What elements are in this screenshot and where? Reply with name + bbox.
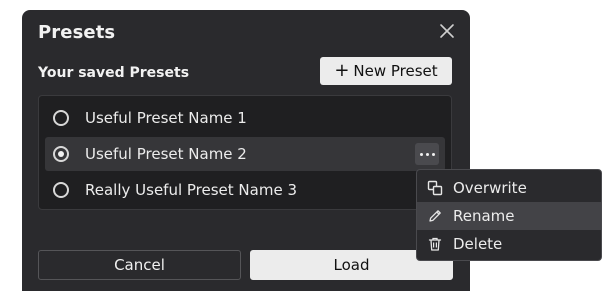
menu-item-delete-label: Delete (453, 235, 503, 253)
menu-item-overwrite-label: Overwrite (453, 179, 527, 197)
menu-item-rename-label: Rename (453, 207, 515, 225)
dialog-title: Presets (38, 22, 116, 43)
pencil-icon (427, 208, 443, 224)
preset-row-3[interactable]: Really Useful Preset Name 3 (45, 173, 445, 207)
overwrite-icon (427, 180, 443, 196)
more-horizontal-icon-dot-2 (425, 152, 429, 156)
preset-radio-3[interactable] (53, 182, 69, 198)
preset-row-2[interactable]: Useful Preset Name 2 (45, 137, 445, 171)
more-horizontal-icon-dot-3 (431, 152, 435, 156)
more-options-button[interactable] (415, 143, 439, 165)
new-preset-button-label: New Preset (353, 62, 438, 80)
menu-item-overwrite[interactable]: Overwrite (417, 174, 601, 202)
trash-icon (427, 236, 443, 252)
more-horizontal-icon (419, 152, 423, 156)
preset-radio-1[interactable] (53, 110, 69, 126)
preset-label-1: Useful Preset Name 1 (85, 109, 247, 127)
close-icon (440, 24, 454, 38)
plus-icon: + (334, 59, 350, 81)
menu-item-rename[interactable]: Rename (417, 202, 601, 230)
new-preset-button[interactable]: + New Preset (320, 57, 452, 85)
cancel-button[interactable]: Cancel (38, 250, 241, 280)
preset-radio-2[interactable] (53, 146, 69, 162)
preset-row-1[interactable]: Useful Preset Name 1 (45, 101, 445, 135)
stage: Presets Your saved Presets + New Preset … (0, 0, 604, 291)
presets-dialog: Presets Your saved Presets + New Preset … (22, 10, 470, 291)
preset-list: Useful Preset Name 1 Useful Preset Name … (38, 95, 452, 210)
preset-context-menu: Overwrite Rename Delete (416, 169, 602, 261)
saved-presets-label: Your saved Presets (38, 65, 190, 81)
menu-item-delete[interactable]: Delete (417, 230, 601, 258)
preset-label-2: Useful Preset Name 2 (85, 145, 247, 163)
close-button[interactable] (438, 22, 456, 40)
preset-label-3: Really Useful Preset Name 3 (85, 181, 297, 199)
